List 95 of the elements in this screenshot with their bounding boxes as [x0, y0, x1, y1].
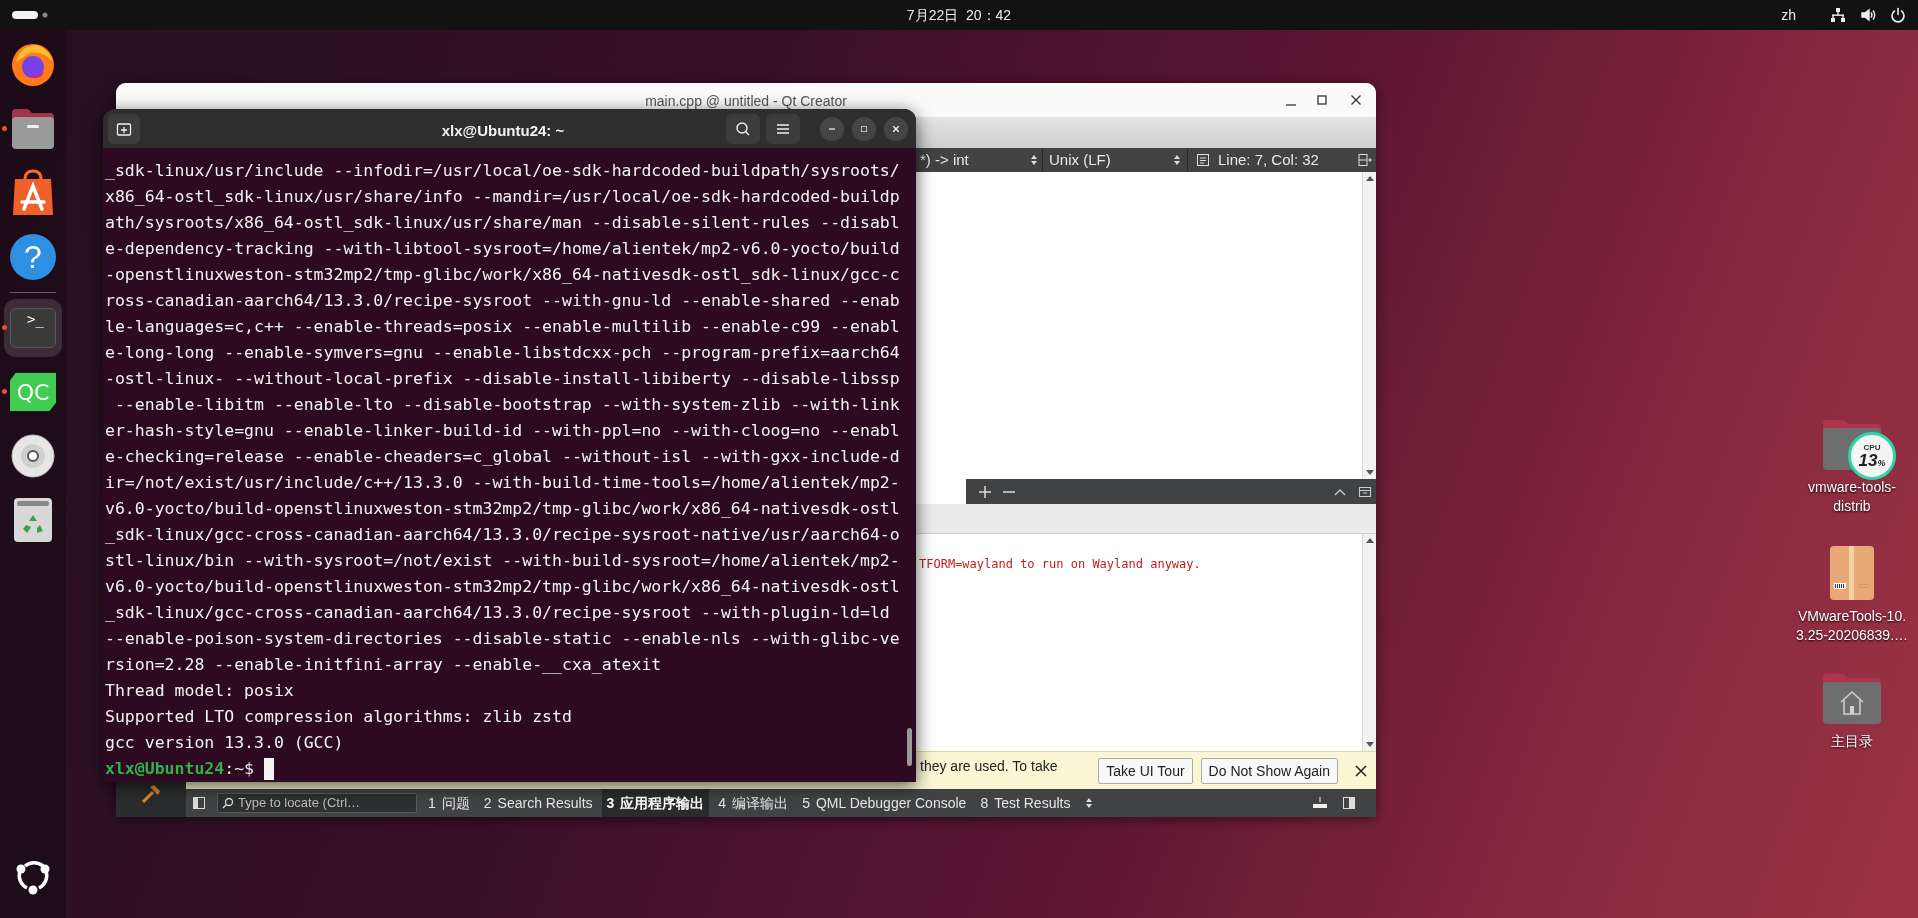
terminal-line: --enable-poison-system-directories --disable-static --enable-nls --with-glibc-ve [105, 628, 901, 650]
scroll-up-icon[interactable] [1365, 537, 1374, 543]
output-pane-button[interactable]: 4 编译输出 [713, 789, 794, 817]
package-icon[interactable] [1829, 545, 1875, 601]
updown-icon [1030, 154, 1038, 166]
scrollbar-thumb[interactable] [907, 728, 912, 766]
info-bar-button[interactable]: Do Not Show Again [1200, 758, 1338, 784]
terminal-line: _sdk-linux/gcc-cross-canadian-aarch64/13.3.0/recipe-sysroot --with-plugin-ld=ld [105, 602, 891, 624]
desktop-icon-label[interactable]: VMwareTools-10. 3.25-20206839.… [1795, 607, 1909, 645]
power-icon[interactable] [1890, 7, 1906, 23]
window-title: main.cpp @ untitled - Qt Creator [644, 92, 848, 111]
close-icon [893, 125, 899, 132]
search-icon [222, 797, 234, 809]
add-icon[interactable] [978, 484, 992, 499]
new-tab-icon [116, 120, 132, 137]
progress-toggle-icon[interactable] [1312, 796, 1328, 810]
terminal-line: e-long-long --enable-symvers=gnu --enable-libstdcxx-pch --program-prefix=aarch64 [105, 342, 901, 364]
search-button[interactable] [726, 113, 760, 144]
terminal-line: rsion=2.28 --enable-initfini-array --enable-__cxa_atexit [105, 654, 663, 676]
menu-icon [776, 122, 790, 135]
terminal-line: --enable-libitm --enable-lto --disable-bootstrap --with-system-zlib --with-link [113, 394, 901, 416]
fox-globe-icon [10, 42, 56, 88]
shopping-bag-icon [11, 169, 55, 217]
close-button[interactable] [884, 116, 908, 141]
collapse-icon[interactable] [1334, 487, 1346, 496]
terminal-line: ath/sysroots/x86_64-ostl_sdk-linux/usr/share/man --disable-silent-rules --disabl [105, 212, 901, 234]
terminal-line: le-languages=c,c++ --enable-threads=posix --enable-multilib --enable-c99 --enabl [105, 316, 901, 338]
output-pane-button[interactable]: 2 Search Results [478, 789, 598, 817]
close-icon[interactable] [1354, 764, 1368, 778]
terminal-line: Supported LTO compression algorithms: zlib zstd [105, 706, 573, 728]
maximize-icon [861, 125, 867, 132]
terminal-line: v6.0-yocto/build-openstlinuxweston-stm32mp2/tmp-glibc/work/x86_64-nativesdk-ostl [105, 576, 901, 598]
desktop-icon-label[interactable]: vmware-tools- distrib [1808, 478, 1896, 516]
disc-icon [10, 433, 56, 479]
terminal-line: ross-canadian-aarch64/13.3.0/recipe-sysroot --with-gnu-ld --enable-shared --enab [105, 290, 901, 312]
menu-button[interactable] [766, 113, 800, 144]
text-cursor [264, 758, 274, 780]
terminal-line: -openstlinuxweston-stm32mp2/tmp-glibc/work/x86_64-nativesdk-ostl_sdk-linux/gcc-c [105, 264, 901, 286]
scroll-up-icon[interactable] [1365, 175, 1374, 181]
split-icon[interactable] [1358, 153, 1372, 167]
desktop-icon-label[interactable]: 主目录 [1831, 732, 1873, 751]
side-panel-icon[interactable] [1342, 796, 1356, 810]
sidebar-toggle-icon[interactable] [193, 797, 205, 809]
scroll-down-icon[interactable] [1365, 742, 1374, 748]
cpu-label: CPU [1863, 443, 1881, 452]
info-bar-button[interactable]: Take UI Tour [1098, 758, 1193, 784]
dock-button[interactable]: >_ [4, 299, 62, 357]
terminal-line: _sdk-linux/usr/include --infodir=/usr/local/oe-sdk-hardcoded-buildpath/sysroots/ [105, 160, 901, 182]
scroll-down-icon[interactable] [1365, 470, 1374, 476]
output-pane-button[interactable]: 3 应用程序输出 [601, 789, 710, 817]
terminal-line: -ostl-linux- --without-local-prefix --disable-install-libiberty --disable-libssp [105, 368, 901, 390]
volume-icon[interactable] [1860, 7, 1876, 23]
cursor-position: Line: 7, Col: 32 [1218, 149, 1319, 170]
terminal-line: stl-linux/bin --with-sysroot=/not/exist --with-build-sysroot=/home/alientek/mp2- [105, 550, 901, 572]
folder-icon [10, 107, 56, 151]
terminal-line: _sdk-linux/gcc-cross-canadian-aarch64/13.3.0/recipe-sysroot-native/usr/aarch64-o [105, 524, 901, 546]
terminal-line: e-dependency-tracking --with-libtool-sysroot=/home/alientek/mp2-v6.0-yocto/build [105, 238, 901, 260]
terminal-line: x86_64-ostl_sdk-linux/usr/share/info --mandir=/usr/local/oe-sdk-hardcoded-buildp [105, 186, 901, 208]
terminal-line: er-hash-style=gnu --enable-linker-build-id --with-ppl=no --with-cloog=no --enabl [105, 420, 901, 442]
search-icon [735, 120, 751, 137]
terminal-line: v6.0-yocto/build-openstlinuxweston-stm32mp2/tmp-glibc/work/x86_64-nativesdk-ostl [105, 498, 901, 520]
network-icon[interactable] [1830, 7, 1846, 23]
output-pane-button[interactable]: 5 QML Debugger Console [797, 789, 972, 817]
clock[interactable]: 7月22日 20：42 [898, 4, 1020, 26]
vertical-scrollbar[interactable] [1362, 172, 1376, 479]
app-logo: QC [10, 373, 56, 411]
terminal-icon: >_ [10, 308, 56, 348]
terminal-line: Thread model: posix [105, 680, 295, 702]
maximize-icon[interactable] [1314, 92, 1330, 108]
terminal-line: ir=/not/exist/usr/include/c++/13.3.0 --with-build-time-tools=/home/alientek/mp2- [105, 472, 901, 494]
new-tab-button[interactable] [108, 113, 140, 144]
prompt-line: xlx@Ubuntu24:~$ [105, 758, 255, 780]
output-pane-button[interactable]: 8 Test Results [975, 789, 1076, 817]
input-method-indicator[interactable]: zh [1781, 4, 1796, 26]
hammer-icon[interactable] [140, 783, 162, 805]
output-pane-button[interactable]: 1 问题 [423, 789, 475, 817]
trash-icon [13, 497, 53, 543]
vertical-scrollbar[interactable] [1362, 534, 1376, 751]
terminal-line: e-checking=release --enable-cheaders=c_global --without-isl --with-gxx-include-d [105, 446, 901, 468]
document-icon [1196, 153, 1210, 167]
filter-field[interactable] [916, 479, 966, 504]
locator-field[interactable]: Type to locate (Ctrl… [217, 793, 417, 813]
home-folder-icon[interactable] [1821, 672, 1883, 726]
terminal-line: gcc version 13.3.0 (GCC) [105, 732, 345, 754]
updown-icon [1173, 154, 1181, 166]
help-icon: ? [10, 234, 56, 280]
info-message: they are used. To take [920, 757, 1058, 776]
output-line: TFORM=wayland to run on Wayland anyway. [919, 556, 1202, 573]
minimize-icon [829, 127, 835, 130]
panel-icon[interactable] [1358, 484, 1372, 499]
cpu-value: 13% [1858, 451, 1886, 469]
workspace-indicator-icon[interactable] [12, 10, 48, 20]
terminal-title: xlx@Ubuntu24: ~ [440, 121, 566, 141]
updown-icon[interactable] [1085, 797, 1094, 809]
maximize-button[interactable] [852, 116, 876, 141]
